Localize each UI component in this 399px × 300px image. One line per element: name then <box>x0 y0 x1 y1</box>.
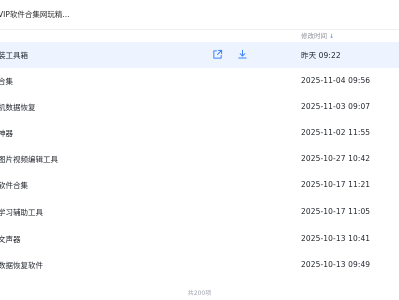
file-row[interactable]: 神器 2025-11-02 11:55 <box>0 120 399 146</box>
file-row[interactable]: 软件合集 2025-10-17 11:21 <box>0 172 399 198</box>
file-row[interactable]: 机数据恢复 2025-11-03 09:07 <box>0 94 399 120</box>
file-name[interactable]: 合集 <box>0 76 13 87</box>
arrow-down-icon[interactable]: ↓ <box>329 33 334 40</box>
download-icon[interactable] <box>237 49 248 60</box>
file-modified-time: 2025-10-17 11:05 <box>301 207 371 216</box>
file-modified-time: 2025-11-04 09:56 <box>301 76 371 85</box>
file-name[interactable]: 神器 <box>0 128 13 139</box>
file-name[interactable]: 图片视频编辑工具 <box>0 154 58 165</box>
file-name[interactable]: 文声器 <box>0 234 21 245</box>
file-row[interactable]: 装工具箱 昨天 09:22 <box>0 42 399 68</box>
file-name[interactable]: 装工具箱 <box>0 50 28 61</box>
column-modified-label: 修改时间 <box>301 32 327 40</box>
file-row[interactable]: 学习辅助工具 2025-10-17 11:05 <box>0 199 399 225</box>
file-row[interactable]: 图片视频编辑工具 2025-10-27 10:42 <box>0 146 399 172</box>
file-row[interactable]: 合集 2025-11-04 09:56 <box>0 68 399 94</box>
file-modified-time: 2025-11-03 09:07 <box>301 102 371 111</box>
file-list-view: VIP软件合集网玩精... 修改时间 ↓ 装工具箱 昨天 09:22 合集 202… <box>0 0 399 300</box>
file-modified-time: 2025-10-27 10:42 <box>301 154 371 163</box>
file-modified-time: 2025-10-13 09:49 <box>301 260 371 269</box>
column-modified-time[interactable]: 修改时间 ↓ <box>301 30 334 40</box>
file-modified-time: 2025-10-17 11:21 <box>301 180 371 189</box>
file-modified-time: 2025-10-13 10:41 <box>301 234 371 243</box>
file-name[interactable]: 学习辅助工具 <box>0 207 43 218</box>
file-modified-time: 2025-11-02 11:55 <box>301 128 371 137</box>
search-bar[interactable]: VIP软件合集网玩精... <box>0 0 399 30</box>
file-name[interactable]: 机数据恢复 <box>0 102 36 113</box>
share-icon[interactable] <box>212 49 223 60</box>
search-text[interactable]: VIP软件合集网玩精... <box>0 9 70 20</box>
row-actions <box>212 49 252 61</box>
file-name[interactable]: 数据恢复软件 <box>0 260 43 271</box>
item-count: 共200项 <box>187 290 212 297</box>
file-name[interactable]: 软件合集 <box>0 180 28 191</box>
file-modified-time: 昨天 09:22 <box>301 51 341 60</box>
list-header: 修改时间 ↓ <box>0 30 399 42</box>
file-row[interactable]: 文声器 2025-10-13 10:41 <box>0 226 399 252</box>
file-row[interactable]: 数据恢复软件 2025-10-13 09:49 <box>0 252 399 278</box>
